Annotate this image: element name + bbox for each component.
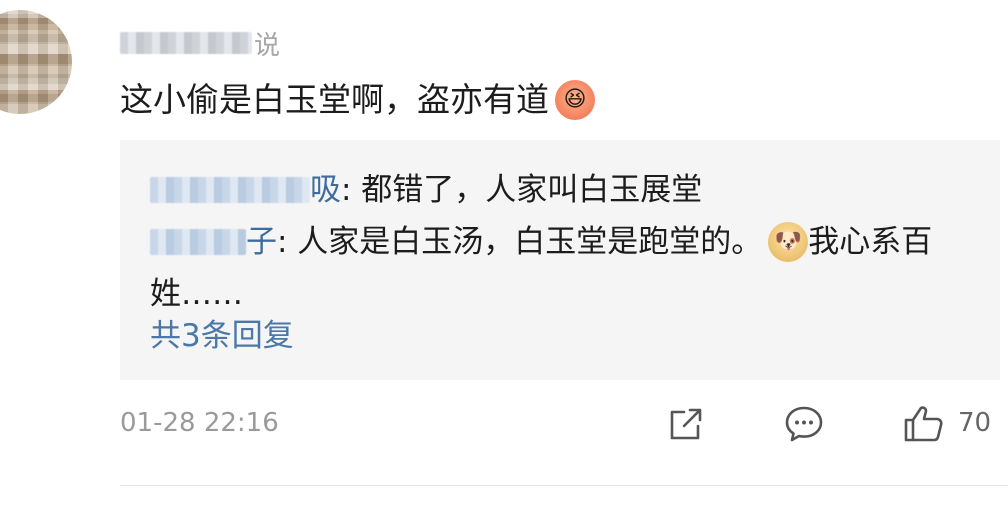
more-replies-link[interactable]: 共3条回复 xyxy=(150,312,294,360)
reply-text-cont: 我心系百 xyxy=(808,224,933,260)
reply-author-tail[interactable]: 吸 xyxy=(310,164,341,216)
comment-text: 这小偷是白玉堂啊，盗亦有道 😆 xyxy=(120,76,595,124)
avatar[interactable] xyxy=(0,10,72,114)
share-icon xyxy=(670,408,702,440)
like-count: 70 xyxy=(958,408,992,438)
reply-text: : 人家是白玉汤，白玉堂是跑堂的。 xyxy=(277,224,763,260)
comment-button[interactable] xyxy=(782,402,826,446)
comment-meta-row: 01-28 22:16 70 xyxy=(120,398,1000,454)
laugh-emoji-icon: 😆 xyxy=(555,80,595,120)
share-button[interactable] xyxy=(664,402,708,446)
reply-item: 子 : 人家是白玉汤，白玉堂是跑堂的。 🐶 我心系百 姓…… xyxy=(150,216,950,320)
reply-item: 吸 : 都错了，人家叫白玉展堂 xyxy=(150,164,950,216)
like-button[interactable] xyxy=(902,402,946,446)
reply-author-tail[interactable]: 子 xyxy=(246,216,277,268)
author-name-tail: 说 xyxy=(254,30,281,61)
comment-text-content: 这小偷是白玉堂啊，盗亦有道 xyxy=(120,80,549,119)
divider xyxy=(120,485,1008,486)
reply-preview-box[interactable]: 吸 : 都错了，人家叫白玉展堂 子 : 人家是白玉汤，白玉堂是跑堂的。 🐶 我心… xyxy=(120,140,1000,380)
timestamp: 01-28 22:16 xyxy=(120,408,279,438)
doge-emoji-icon: 🐶 xyxy=(768,222,809,262)
comment-icon xyxy=(785,406,823,442)
thumbs-up-icon xyxy=(904,406,943,442)
reply-text: : 都错了，人家叫白玉展堂 xyxy=(341,172,703,208)
comment-author[interactable]: 说 xyxy=(120,28,280,61)
